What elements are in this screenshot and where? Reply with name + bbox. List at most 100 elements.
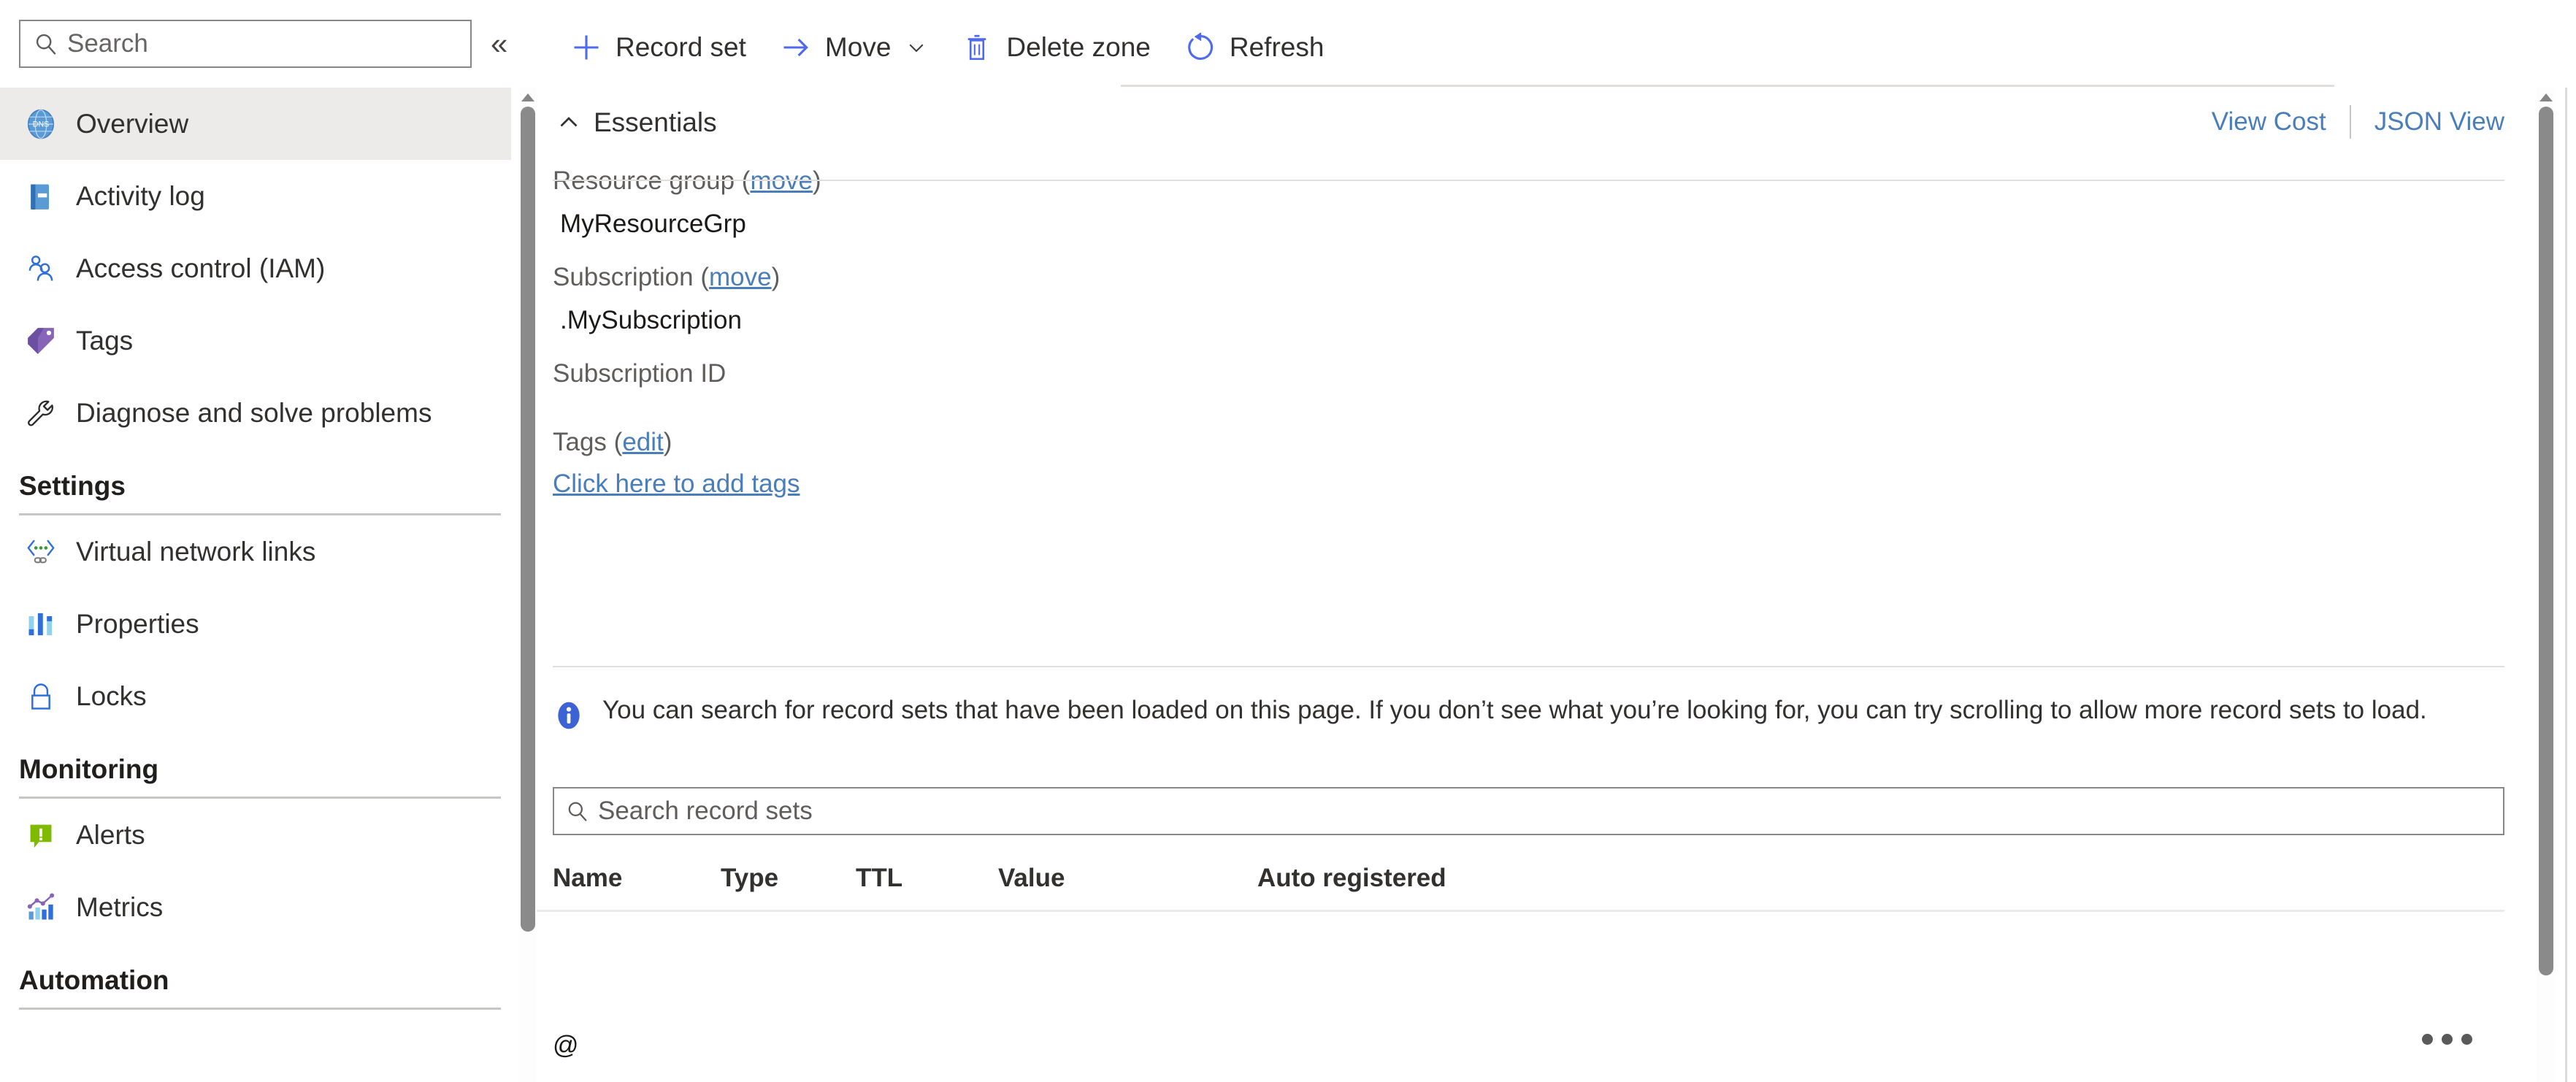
info-banner-text: You can search for record sets that have…	[602, 696, 2427, 724]
record-set-button[interactable]: Record set	[553, 0, 762, 95]
sidebar-group-title: Automation	[19, 965, 169, 995]
move-subscription-link[interactable]: move	[709, 263, 772, 291]
virtual-network-link-icon	[22, 533, 60, 571]
field-label-text: Subscription	[553, 263, 694, 291]
field-label: Subscription ID	[553, 353, 2576, 394]
sidebar-scrollbar[interactable]	[518, 88, 537, 1082]
field-value: .MySubscription	[560, 306, 742, 334]
essentials-header: Essentials View Cost JSON View	[553, 95, 2576, 150]
refresh-button[interactable]: Refresh	[1167, 0, 1341, 95]
field-subscription: Subscription (move) .MySubscription	[553, 257, 2576, 343]
column-header-type[interactable]: Type	[721, 864, 856, 893]
column-header-ttl[interactable]: TTL	[856, 864, 998, 893]
essentials-actions: View Cost JSON View	[2212, 105, 2504, 139]
search-icon	[566, 799, 589, 823]
record-table-header: Name Type TTL Value Auto registered	[553, 847, 2504, 910]
sidebar-group-automation: Automation	[0, 943, 511, 1010]
field-label: Resource group (move)	[553, 166, 821, 195]
azure-portal-dns-zone-overview: Search « DNS Overview Activity log Acces…	[0, 0, 2576, 1082]
search-icon	[34, 31, 58, 56]
field-resource-group: Resource group (move) MyResourceGrp	[553, 161, 2576, 247]
sidebar-item-label: Properties	[76, 608, 199, 639]
sidebar-item-access-control[interactable]: Access control (IAM)	[0, 232, 511, 304]
sidebar-item-overview[interactable]: DNS Overview	[0, 88, 511, 160]
essentials-title: Essentials	[594, 107, 717, 137]
delete-zone-button[interactable]: Delete zone	[943, 0, 1166, 95]
outer-scroll-track	[2565, 88, 2567, 1082]
column-header-auto-registered[interactable]: Auto registered	[1257, 864, 1476, 893]
dns-zone-icon: DNS	[22, 105, 60, 143]
refresh-icon	[1183, 30, 1218, 65]
sidebar-item-label: Access control (IAM)	[76, 253, 326, 283]
add-tags-link[interactable]: Click here to add tags	[553, 463, 800, 505]
sidebar-item-label: Overview	[76, 108, 189, 139]
sidebar-group-title: Settings	[19, 471, 126, 501]
sidebar-item-label: Alerts	[76, 819, 145, 850]
main-scrollbar[interactable]	[2537, 88, 2556, 1082]
column-header-name[interactable]: Name	[553, 864, 721, 893]
table-header-divider	[537, 910, 2504, 912]
tag-icon	[22, 322, 60, 360]
tags-label: Tags (edit)	[553, 428, 672, 456]
plus-icon	[569, 30, 604, 65]
access-control-icon	[22, 250, 60, 288]
field-value: MyResourceGrp	[560, 210, 746, 238]
main-panel: Record set Move Delete zone Refresh Esse…	[537, 0, 2576, 1082]
sidebar-search-row: Search «	[0, 0, 537, 88]
field-label: Subscription (move)	[553, 263, 781, 291]
activity-log-icon	[22, 177, 60, 215]
sidebar-item-label: Tags	[76, 325, 134, 356]
column-header-value[interactable]: Value	[998, 864, 1257, 893]
tags-label-text: Tags	[553, 428, 607, 456]
scrollbar-thumb[interactable]	[2539, 107, 2553, 975]
sidebar-item-locks[interactable]: Locks	[0, 660, 511, 732]
properties-icon	[22, 605, 60, 643]
search-input-placeholder: Search	[67, 29, 148, 58]
sidebar-item-alerts[interactable]: Alerts	[0, 799, 511, 871]
edit-tags-link[interactable]: edit	[622, 428, 663, 456]
view-cost-link[interactable]: View Cost	[2212, 107, 2326, 137]
sidebar-item-label: Locks	[76, 680, 147, 711]
svg-text:DNS: DNS	[33, 120, 49, 128]
divider	[19, 1008, 501, 1010]
scroll-up-arrow-icon[interactable]	[2539, 93, 2553, 101]
sidebar-item-diagnose-and-solve-problems[interactable]: Diagnose and solve problems	[0, 377, 511, 449]
command-toolbar: Record set Move Delete zone Refresh	[537, 0, 2576, 95]
sidebar-item-label: Diagnose and solve problems	[76, 397, 432, 428]
delete-zone-button-label: Delete zone	[1006, 32, 1151, 62]
essentials-bottom-divider	[553, 666, 2504, 667]
record-set-button-label: Record set	[616, 32, 746, 62]
info-icon	[553, 699, 585, 732]
move-button[interactable]: Move	[762, 0, 943, 95]
sidebar-item-label: Virtual network links	[76, 536, 316, 567]
cell-name: @	[553, 1031, 579, 1059]
sidebar-item-virtual-network-links[interactable]: Virtual network links	[0, 515, 511, 588]
sidebar-group-settings: Settings	[0, 449, 511, 515]
sidebar-item-label: Activity log	[76, 180, 205, 211]
divider	[2349, 105, 2351, 139]
field-tags: Tags (edit) Click here to add tags	[553, 422, 2576, 505]
chevron-down-icon[interactable]	[905, 37, 927, 58]
search-record-sets-input[interactable]: Search record sets	[553, 787, 2504, 835]
scroll-up-arrow-icon[interactable]	[521, 93, 534, 101]
table-row[interactable]: @	[553, 1016, 2504, 1075]
scrollbar-thumb[interactable]	[521, 107, 535, 932]
sidebar-item-metrics[interactable]: Metrics	[0, 871, 511, 943]
search-input[interactable]: Search	[19, 20, 472, 68]
info-banner: You can search for record sets that have…	[553, 676, 2504, 732]
chevron-up-icon[interactable]	[553, 107, 585, 139]
collapse-sidebar-button[interactable]: «	[491, 28, 507, 59]
trash-icon	[959, 30, 994, 65]
sidebar-item-label: Metrics	[76, 891, 164, 922]
json-view-link[interactable]: JSON View	[2374, 107, 2504, 137]
toolbar-divider	[1121, 85, 2334, 87]
sidebar-nav-list: DNS Overview Activity log Access control…	[0, 88, 511, 1082]
sidebar-item-properties[interactable]: Properties	[0, 588, 511, 660]
sidebar-item-activity-log[interactable]: Activity log	[0, 160, 511, 232]
field-label-text: Subscription ID	[553, 359, 727, 388]
sidebar-item-tags[interactable]: Tags	[0, 304, 511, 377]
sidebar-group-title: Monitoring	[19, 754, 159, 784]
more-actions-icon[interactable]	[2413, 1025, 2481, 1054]
wrench-icon	[22, 394, 60, 432]
move-button-label: Move	[824, 32, 892, 62]
